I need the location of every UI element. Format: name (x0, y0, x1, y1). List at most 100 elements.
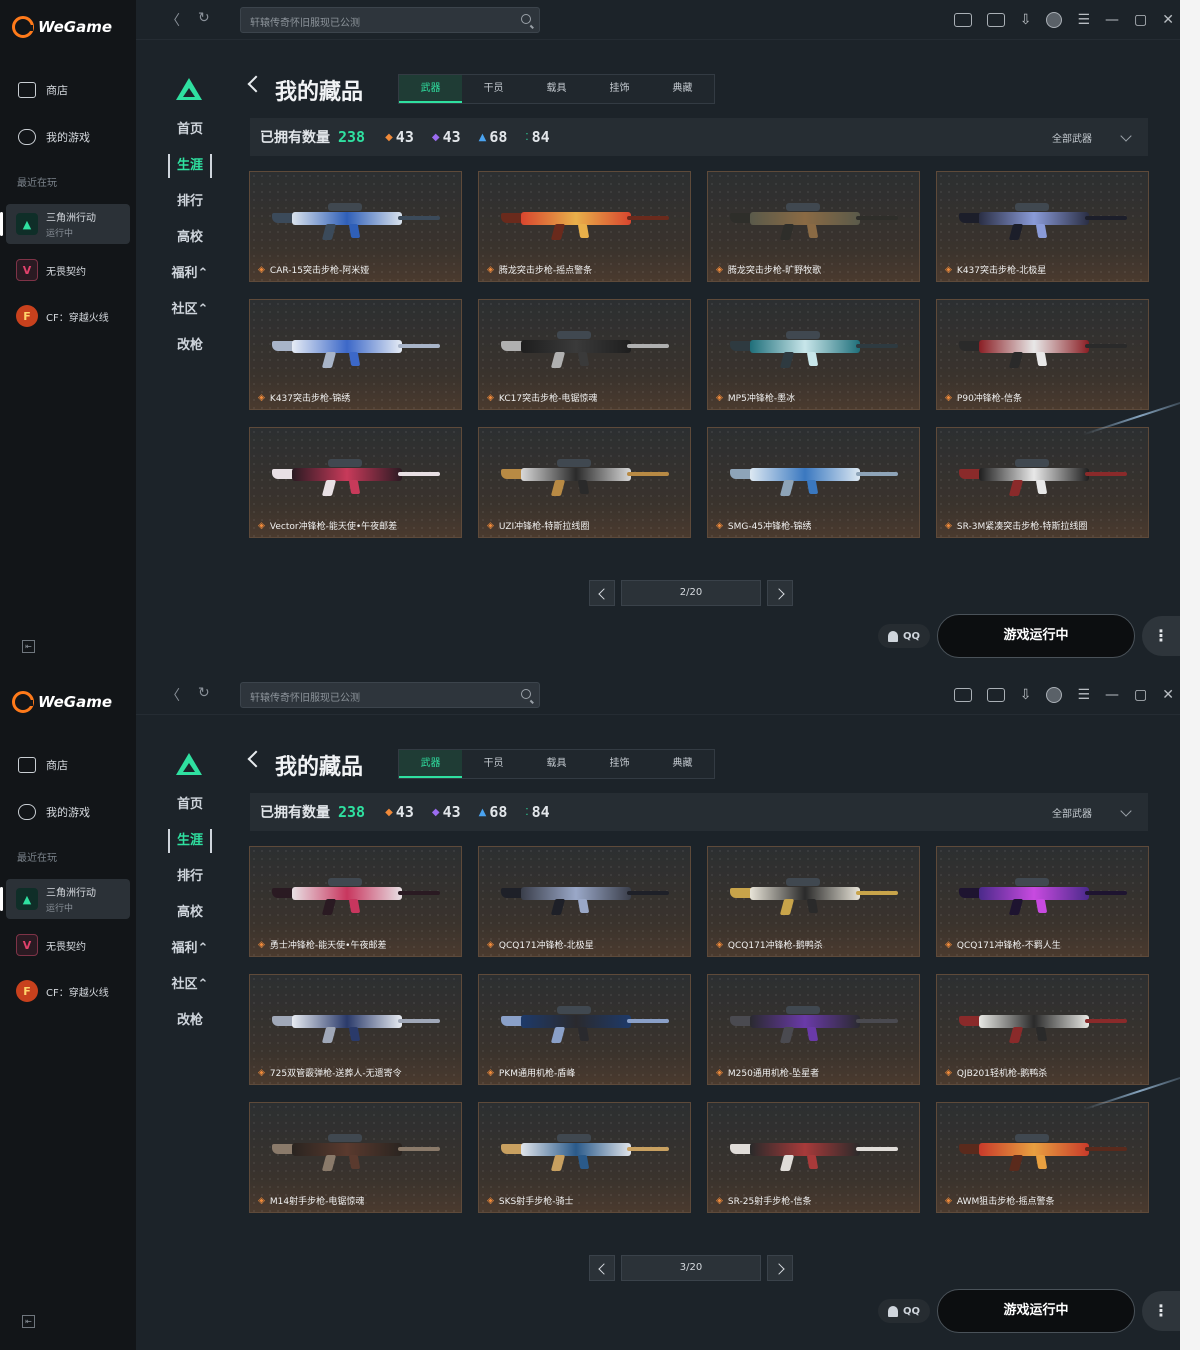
weapon-card[interactable]: ◈ QCQ171冲锋枪-不羁人生 (936, 846, 1149, 957)
weapon-card[interactable]: ◈ SKS射手步枪-骑士 (478, 1102, 691, 1213)
maximize-icon[interactable]: ▢ (1134, 13, 1147, 27)
tab-collectibles[interactable]: 典藏 (651, 750, 714, 778)
back-icon[interactable]: 〈 (166, 685, 180, 705)
wegame-logo[interactable]: WeGame (12, 691, 112, 713)
sidebar-item-my-games[interactable]: 我的游戏 (18, 129, 90, 145)
game-nav-campus[interactable]: 高校 (168, 226, 212, 250)
weapon-card[interactable]: ◈ SR-25射手步枪-信条 (707, 1102, 920, 1213)
weapon-filter-dropdown[interactable]: 全部武器 (1052, 804, 1132, 820)
weapon-card[interactable]: ◈ QCQ171冲锋枪-北极星 (478, 846, 691, 957)
game-nav-ranking[interactable]: 排行 (168, 865, 212, 889)
avatar[interactable] (1046, 12, 1063, 28)
game-nav-benefits[interactable]: 福利⌃ (168, 937, 212, 961)
sidebar-item-my-games[interactable]: 我的游戏 (18, 804, 90, 820)
game-nav-gunsmith[interactable]: 改枪 (168, 334, 212, 358)
weapon-card[interactable]: ◈ Vector冲锋枪-能天使•午夜邮差 (249, 427, 462, 538)
weapon-card[interactable]: ◈ K437突击步枪-北极星 (936, 171, 1149, 282)
game-nav-community[interactable]: 社区⌃ (168, 973, 212, 997)
recent-game-valorant[interactable]: V 无畏契约 (6, 925, 130, 965)
recent-game-crossfire[interactable]: F CF：穿越火线 (6, 296, 130, 336)
recent-game-delta-force[interactable]: ▲ 三角洲行动 运行中 (0, 204, 130, 244)
game-nav-home[interactable]: 首页 (168, 118, 212, 142)
recent-game-delta-force[interactable]: ▲ 三角洲行动 运行中 (0, 879, 130, 919)
weapon-card[interactable]: ◈ K437突击步枪-锦绣 (249, 299, 462, 410)
weapon-card[interactable]: ◈ 腾龙突击步枪-摇点警条 (478, 171, 691, 282)
menu-icon[interactable]: ☰ (1077, 688, 1090, 702)
mail-icon[interactable] (986, 688, 1005, 702)
next-page-button[interactable] (767, 580, 793, 606)
weapon-card[interactable]: ◈ MP5冲锋枪-墨冰 (707, 299, 920, 410)
search-input[interactable]: 轩辕传奇怀旧服现已公测 (240, 7, 540, 33)
tab-charms[interactable]: 挂饰 (588, 75, 651, 103)
weapon-card[interactable]: ◈ QJB201轻机枪-鹅鸭杀 (936, 974, 1149, 1085)
recent-game-crossfire[interactable]: F CF：穿越火线 (6, 971, 130, 1011)
refresh-icon[interactable]: ↻ (198, 685, 210, 701)
back-arrow-icon[interactable] (247, 75, 265, 93)
weapon-filter-dropdown[interactable]: 全部武器 (1052, 129, 1132, 145)
maximize-icon[interactable]: ▢ (1134, 688, 1147, 702)
more-options-button[interactable]: ⋮ (1142, 1291, 1180, 1331)
minimize-icon[interactable]: — (1105, 13, 1119, 27)
weapon-card[interactable]: ◈ UZI冲锋枪-特斯拉线圈 (478, 427, 691, 538)
back-icon[interactable]: 〈 (166, 10, 180, 30)
weapon-card[interactable]: ◈ M250通用机枪-坠星者 (707, 974, 920, 1085)
prev-page-button[interactable] (589, 1255, 615, 1281)
sidebar-item-store[interactable]: 商店 (18, 82, 68, 98)
tab-operators[interactable]: 干员 (462, 750, 525, 778)
weapon-card[interactable]: ◈ KC17突击步枪-电锯惊魂 (478, 299, 691, 410)
game-nav-campus[interactable]: 高校 (168, 901, 212, 925)
wegame-logo[interactable]: WeGame (12, 16, 112, 38)
collapse-sidebar-icon[interactable]: ⇤ (22, 1315, 35, 1328)
search-input[interactable]: 轩辕传奇怀旧服现已公测 (240, 682, 540, 708)
weapon-card[interactable]: ◈ SR-3M紧凑突击步枪-特斯拉线圈 (936, 427, 1149, 538)
avatar[interactable] (1046, 687, 1063, 703)
tab-vehicles[interactable]: 载具 (525, 750, 588, 778)
weapon-card[interactable]: ◈ 腾龙突击步枪-旷野牧歌 (707, 171, 920, 282)
game-nav-gunsmith[interactable]: 改枪 (168, 1009, 212, 1033)
game-nav-career[interactable]: 生涯 (168, 829, 212, 853)
weapon-card[interactable]: ◈ M14射手步枪-电锯惊魂 (249, 1102, 462, 1213)
qq-button[interactable]: QQ (878, 624, 930, 648)
mail-icon[interactable] (986, 13, 1005, 27)
game-nav-home[interactable]: 首页 (168, 793, 212, 817)
search-icon[interactable] (521, 689, 531, 699)
chat-icon[interactable] (953, 688, 972, 702)
qq-button[interactable]: QQ (878, 1299, 930, 1323)
close-icon[interactable]: ✕ (1162, 13, 1174, 27)
refresh-icon[interactable]: ↻ (198, 10, 210, 26)
next-page-button[interactable] (767, 1255, 793, 1281)
chat-icon[interactable] (953, 13, 972, 27)
back-arrow-icon[interactable] (247, 750, 265, 768)
download-icon[interactable]: ⇩ (1020, 13, 1032, 27)
tab-collectibles[interactable]: 典藏 (651, 75, 714, 103)
download-icon[interactable]: ⇩ (1020, 688, 1032, 702)
close-icon[interactable]: ✕ (1162, 688, 1174, 702)
weapon-card[interactable]: ◈ PKM通用机枪-盾峰 (478, 974, 691, 1085)
more-options-button[interactable]: ⋮ (1142, 616, 1180, 656)
game-nav-benefits[interactable]: 福利⌃ (168, 262, 212, 286)
weapon-card[interactable]: ◈ 725双管霰弹枪-送葬人-无遗寄令 (249, 974, 462, 1085)
tab-operators[interactable]: 干员 (462, 75, 525, 103)
recent-game-valorant[interactable]: V 无畏契约 (6, 250, 130, 290)
prev-page-button[interactable] (589, 580, 615, 606)
collapse-sidebar-icon[interactable]: ⇤ (22, 640, 35, 653)
game-nav-career[interactable]: 生涯 (168, 154, 212, 178)
weapon-card[interactable]: ◈ CAR-15突击步枪-阿米娅 (249, 171, 462, 282)
minimize-icon[interactable]: — (1105, 688, 1119, 702)
weapon-card[interactable]: ◈ SMG-45冲锋枪-锦绣 (707, 427, 920, 538)
menu-icon[interactable]: ☰ (1077, 13, 1090, 27)
game-nav-community[interactable]: 社区⌃ (168, 298, 212, 322)
weapon-card[interactable]: ◈ AWM狙击步枪-摇点警条 (936, 1102, 1149, 1213)
search-icon[interactable] (521, 14, 531, 24)
tab-weapons[interactable]: 武器 (399, 750, 462, 778)
weapon-card[interactable]: ◈ P90冲锋枪-信条 (936, 299, 1149, 410)
game-nav-ranking[interactable]: 排行 (168, 190, 212, 214)
tab-charms[interactable]: 挂饰 (588, 750, 651, 778)
tab-weapons[interactable]: 武器 (399, 75, 462, 103)
tab-vehicles[interactable]: 载具 (525, 75, 588, 103)
sidebar-item-store[interactable]: 商店 (18, 757, 68, 773)
game-running-button[interactable]: 游戏运行中 (937, 1289, 1135, 1333)
weapon-card[interactable]: ◈ QCQ171冲锋枪-鹅鸭杀 (707, 846, 920, 957)
game-running-button[interactable]: 游戏运行中 (937, 614, 1135, 658)
weapon-card[interactable]: ◈ 勇士冲锋枪-能天使•午夜邮差 (249, 846, 462, 957)
